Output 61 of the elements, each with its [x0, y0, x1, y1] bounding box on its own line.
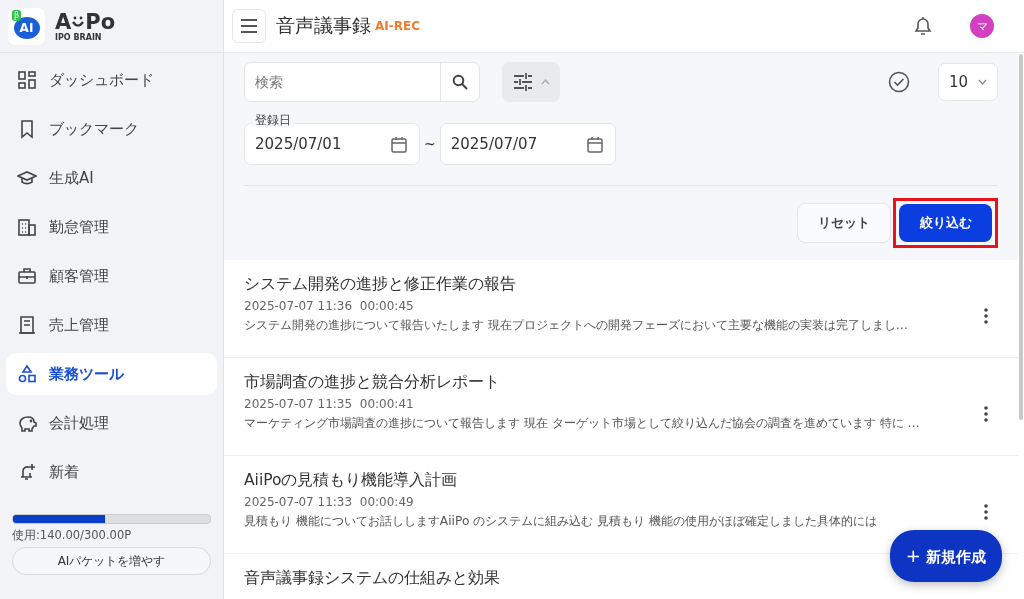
logo-tagline: IPO BRAIN: [55, 32, 103, 42]
sidebar-item[interactable]: ブックマーク: [6, 108, 217, 150]
sidebar-item[interactable]: 会計処理: [6, 402, 217, 444]
record-title: システム開発の進捗と修正作業の報告: [244, 274, 517, 295]
date-label: 登録日: [252, 113, 294, 127]
record-item[interactable]: システム開発の進捗と修正作業の報告 2025-07-07 11:36 00:00:45 システム開発の進捗について報告いたします 現在プロジェクトへの開発フェーズにおいて主要な機能の実装は完了しまし…: [224, 260, 1018, 358]
title-tag: AI-REC: [375, 19, 420, 33]
page-title: 音声議事録: [276, 13, 371, 38]
record-preview: システム開発の進捗について報告いたします 現在プロジェクトへの開発フェーズにおいて主要な機能の実装は完了しまし…: [244, 317, 910, 334]
chevron-down-icon: [978, 79, 987, 85]
logo-text: Po: [85, 10, 116, 33]
sidebar-item[interactable]: ダッシュボード: [6, 59, 217, 101]
reset-button[interactable]: リセット: [797, 203, 891, 243]
end-date-field[interactable]: 2025/07/07: [439, 123, 616, 165]
apply-filter-button[interactable]: 絞り込む: [899, 204, 992, 242]
logo-text: A: [55, 10, 72, 33]
record-title: AiiPoの見積もり機能導入計画: [244, 470, 459, 491]
sidebar-item[interactable]: 勤怠管理: [6, 206, 217, 248]
record-meta: 2025-07-07 11:33 00:00:49: [244, 495, 415, 509]
scrollbar[interactable]: [1019, 54, 1023, 420]
search-button[interactable]: [440, 62, 480, 102]
record-meta: 2025-07-07 11:36 00:00:45: [244, 299, 415, 313]
record-title: 音声議事録システムの仕組みと効果: [244, 568, 501, 589]
check-circle-icon[interactable]: [888, 71, 910, 93]
caret-icon: [540, 79, 550, 85]
sliders-icon: [512, 73, 533, 91]
smile-icon: [72, 14, 85, 29]
calendar-icon: [586, 135, 603, 153]
new-record-button[interactable]: + 新規作成: [889, 530, 1002, 582]
record-title: 市場調査の進捗と競合分析レポート: [244, 372, 501, 393]
add-packets-button[interactable]: AIパケットを増やす: [12, 547, 211, 575]
sidebar-item[interactable]: 業務ツール: [6, 353, 217, 395]
search-icon: [452, 74, 468, 90]
shapes-icon: [17, 364, 37, 384]
range-separator: ~: [424, 136, 436, 152]
record-preview: 見積もり 機能についてお話ししますAiiPo のシステムに組み込む 見積もり 機能の使用がほぼ確定しました具体的には: [244, 513, 878, 530]
briefcase-icon: [17, 266, 37, 286]
more-options-icon[interactable]: [984, 405, 988, 422]
record-preview: マーケティング市場調査の進捗について報告します 現在 ターゲット市場として絞り込んだ協会の調査を進めています 特に …: [244, 415, 921, 432]
per-page-select[interactable]: 10: [938, 63, 998, 101]
menu-button[interactable]: [232, 9, 266, 43]
logo-icon: β AI: [8, 7, 45, 45]
search-field[interactable]: 検索: [244, 62, 441, 102]
receipt-icon: [17, 315, 37, 335]
sidebar-item[interactable]: 生成AI: [6, 157, 217, 199]
calendar-icon: [391, 135, 407, 153]
sidebar-item[interactable]: 売上管理: [6, 304, 217, 346]
bell-icon[interactable]: [914, 16, 932, 36]
record-item[interactable]: 市場調査の進捗と競合分析レポート 2025-07-07 11:35 00:00:41 マーケティング市場調査の進捗について報告します 現在 ターゲット市場として絞り込んだ協会の調査を進めています 特に …: [224, 358, 1018, 456]
filter-toggle-button[interactable]: [502, 62, 560, 102]
menu-icon: [240, 19, 258, 33]
usage-text: 使用:140.00/300.00P: [12, 528, 133, 543]
record-meta: 2025-07-07 11:35 00:00:41: [244, 397, 415, 411]
more-options-icon[interactable]: [984, 503, 988, 520]
grid-icon: [17, 70, 37, 90]
piggy-bank-icon: [17, 413, 37, 433]
more-options-icon[interactable]: [984, 307, 988, 324]
building-icon: [17, 217, 37, 237]
sidebar-item[interactable]: 顧客管理: [6, 255, 217, 297]
avatar[interactable]: マ: [970, 14, 994, 38]
sidebar-item[interactable]: 新着: [6, 451, 217, 493]
